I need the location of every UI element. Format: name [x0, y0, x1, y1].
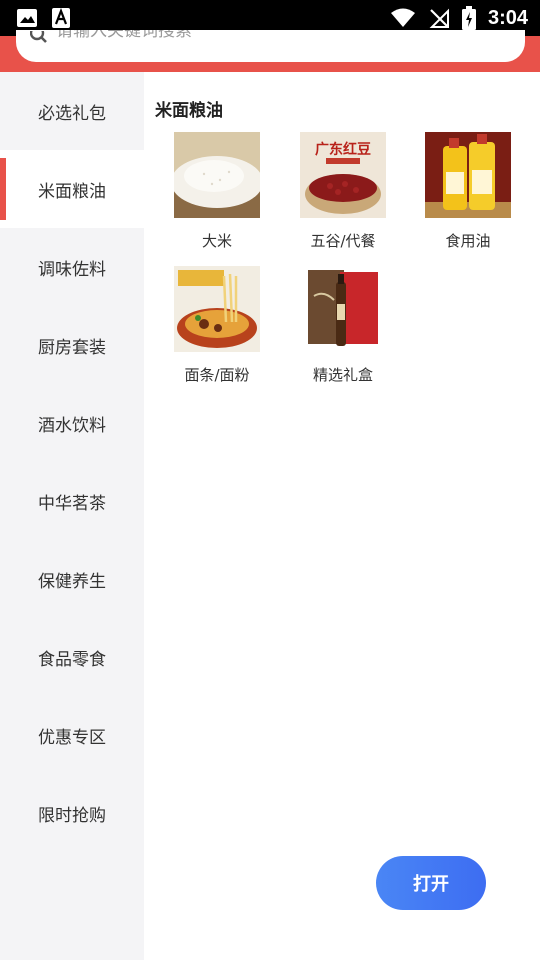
cooking-oil-image: [425, 132, 511, 218]
sidebar-item-grain-oil[interactable]: 米面粮油: [0, 150, 144, 228]
open-button[interactable]: 打开: [376, 856, 486, 910]
header: 请输入关键词搜索: [0, 25, 540, 72]
product-gift-box[interactable]: 精选礼盒: [283, 266, 403, 385]
sidebar-item-label: 米面粮油: [38, 181, 106, 202]
sidebar-item-flash-sale[interactable]: 限时抢购: [0, 774, 144, 852]
battery-charging-icon: [461, 6, 476, 30]
product-noodles[interactable]: 面条/面粉: [157, 266, 277, 385]
noodles-image: [174, 266, 260, 352]
product-label: 大米: [201, 232, 232, 250]
sidebar-item-label: 调味佐料: [38, 259, 106, 280]
category-title: 米面粮油: [155, 101, 223, 121]
product-oil[interactable]: 食用油: [408, 132, 528, 251]
sidebar-item-gift-packs[interactable]: 必选礼包: [0, 72, 144, 150]
sidebar-item-label: 优惠专区: [38, 727, 106, 748]
status-time: 3:04: [487, 6, 528, 29]
wifi-icon: [390, 8, 416, 28]
sidebar-item-label: 食品零食: [38, 649, 106, 670]
sidebar-item-discounts[interactable]: 优惠专区: [0, 696, 144, 774]
sidebar-item-label: 酒水饮料: [38, 415, 106, 436]
sidebar-item-label: 限时抢购: [38, 805, 106, 826]
search-icon[interactable]: [29, 25, 48, 49]
gift-box-image: [300, 266, 386, 352]
sidebar-item-seasoning[interactable]: 调味佐料: [0, 228, 144, 306]
product-label: 食用油: [445, 232, 491, 250]
product-label: 面条/面粉: [184, 366, 250, 384]
sidebar-item-label: 保健养生: [38, 571, 106, 592]
category-sidebar: 必选礼包 米面粮油 调味佐料 厨房套装 酒水饮料 中华茗茶 保健养生 食品零食 …: [0, 72, 144, 960]
product-label: 五谷/代餐: [310, 232, 376, 250]
sidebar-item-label: 厨房套装: [38, 337, 106, 358]
sidebar-item-label: 必选礼包: [38, 103, 106, 124]
rice-image: [174, 132, 260, 218]
sidebar-item-snacks[interactable]: 食品零食: [0, 618, 144, 696]
category-content: 米面粮油 大米 广东红豆 五谷/代餐 食用油 面条/面粉 精选礼盒: [144, 72, 540, 960]
red-beans-image: 广东红豆: [300, 132, 386, 218]
sidebar-item-tea[interactable]: 中华茗茶: [0, 462, 144, 540]
sidebar-item-kitchen-sets[interactable]: 厨房套装: [0, 306, 144, 384]
product-rice[interactable]: 大米: [157, 132, 277, 251]
image-icon: [16, 8, 38, 28]
sidebar-item-health[interactable]: 保健养生: [0, 540, 144, 618]
sidebar-item-label: 中华茗茶: [38, 493, 106, 514]
sidebar-item-drinks[interactable]: 酒水饮料: [0, 384, 144, 462]
no-sim-icon: [428, 7, 450, 29]
product-grains[interactable]: 广东红豆 五谷/代餐: [283, 132, 403, 251]
font-icon: [52, 8, 70, 28]
product-label: 精选礼盒: [312, 366, 373, 384]
red-beans-image-text: 广东红豆: [315, 141, 371, 158]
